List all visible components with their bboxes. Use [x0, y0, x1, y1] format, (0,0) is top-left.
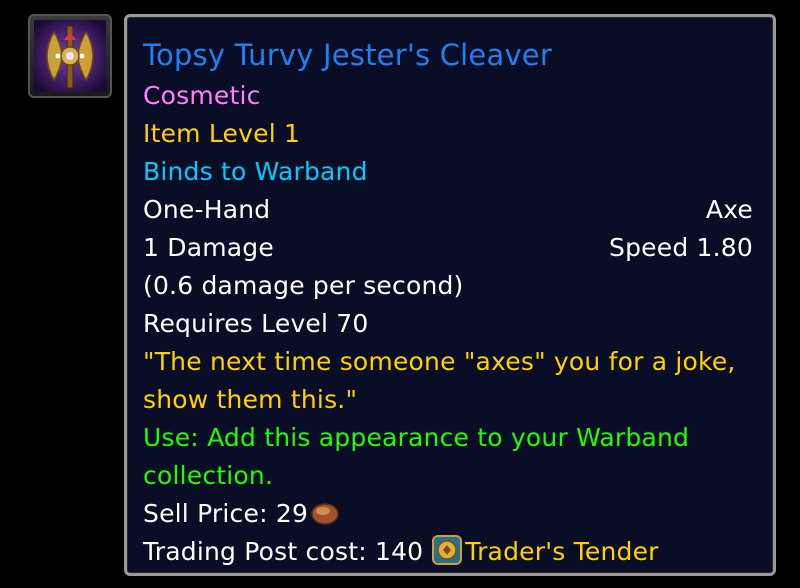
item-tooltip: Topsy Turvy Jester's Cleaver Cosmetic It…: [124, 14, 776, 576]
trading-post-row: Trading Post cost: 140 Trader's Tender: [143, 533, 753, 571]
item-name: Topsy Turvy Jester's Cleaver: [143, 38, 552, 72]
sell-price-label: Sell Price: 29: [143, 499, 309, 528]
jester-axe-icon: [34, 20, 106, 92]
trading-post-label: Trading Post cost: 140: [143, 537, 424, 566]
item-damage-row: 1 Damage Speed 1.80: [143, 229, 753, 267]
item-appearance-type: Cosmetic: [143, 81, 261, 110]
item-slot: One-Hand: [143, 195, 271, 224]
item-binding: Binds to Warband: [143, 157, 368, 186]
item-requires-level: Requires Level 70: [143, 309, 369, 338]
item-level: Item Level 1: [143, 119, 301, 148]
item-use-text: Use: Add this appearance to your Warband…: [143, 423, 690, 490]
item-speed: Speed 1.80: [609, 233, 753, 262]
traders-tender-icon: [432, 535, 463, 565]
item-slot-row: One-Hand Axe: [143, 191, 753, 229]
item-icon-frame[interactable]: [28, 14, 112, 98]
copper-coin-icon: [311, 503, 339, 525]
item-weapon-type: Axe: [705, 195, 753, 224]
item-dps: (0.6 damage per second): [143, 271, 464, 300]
trading-post-currency: Trader's Tender: [465, 537, 659, 566]
item-flavor-text: "The next time someone "axes" you for a …: [143, 347, 736, 414]
sell-price-row: Sell Price: 29: [143, 495, 753, 533]
item-damage: 1 Damage: [143, 233, 274, 262]
